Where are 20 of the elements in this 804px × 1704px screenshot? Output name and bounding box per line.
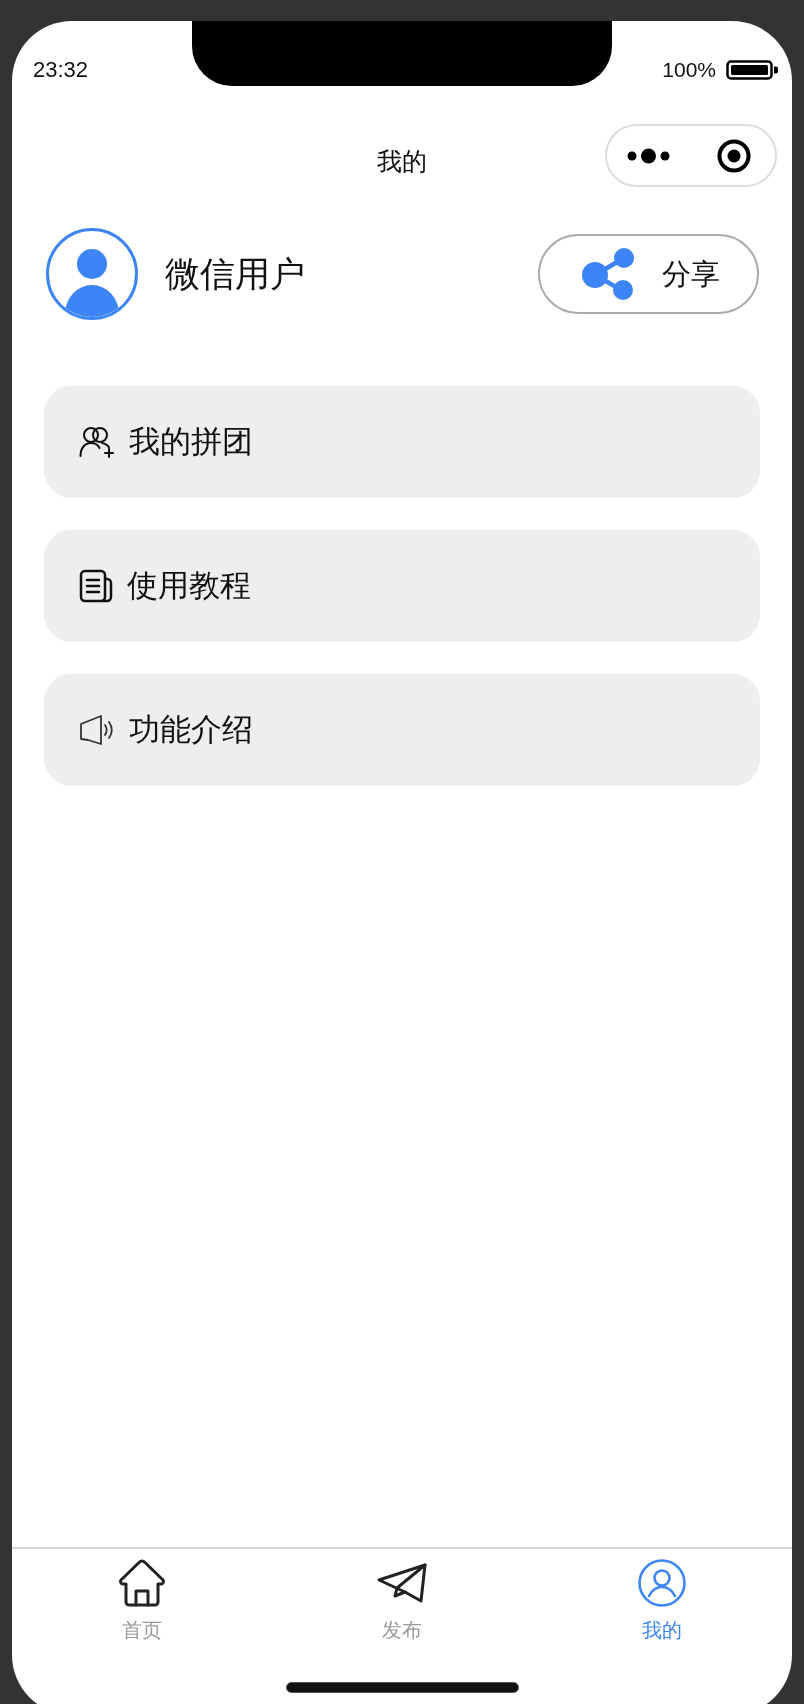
menu-item[interactable]: 功能介绍	[44, 674, 760, 786]
menu-item[interactable]: 我的拼团	[44, 386, 760, 498]
paper-plane-icon	[377, 1563, 427, 1603]
speaker-icon	[79, 714, 115, 746]
menu-item[interactable]: 使用教程	[44, 530, 760, 642]
users-plus-icon	[79, 426, 115, 458]
share-button[interactable]: 分享	[538, 233, 759, 314]
user-name: 微信用户	[165, 252, 305, 295]
battery-icon	[726, 60, 778, 80]
circle-dot-icon[interactable]	[717, 138, 751, 173]
share-icon	[581, 246, 635, 301]
page-title: 我的	[377, 146, 427, 176]
more-icon[interactable]	[627, 147, 670, 164]
avatar-icon	[46, 227, 138, 320]
home-icon	[118, 1559, 166, 1607]
user-circle-icon	[638, 1559, 686, 1607]
document-icon	[79, 569, 113, 603]
status-time: 23:32	[33, 57, 89, 83]
tab-item[interactable]: 我的	[532, 1559, 792, 1642]
battery-percent: 100%	[662, 57, 716, 83]
